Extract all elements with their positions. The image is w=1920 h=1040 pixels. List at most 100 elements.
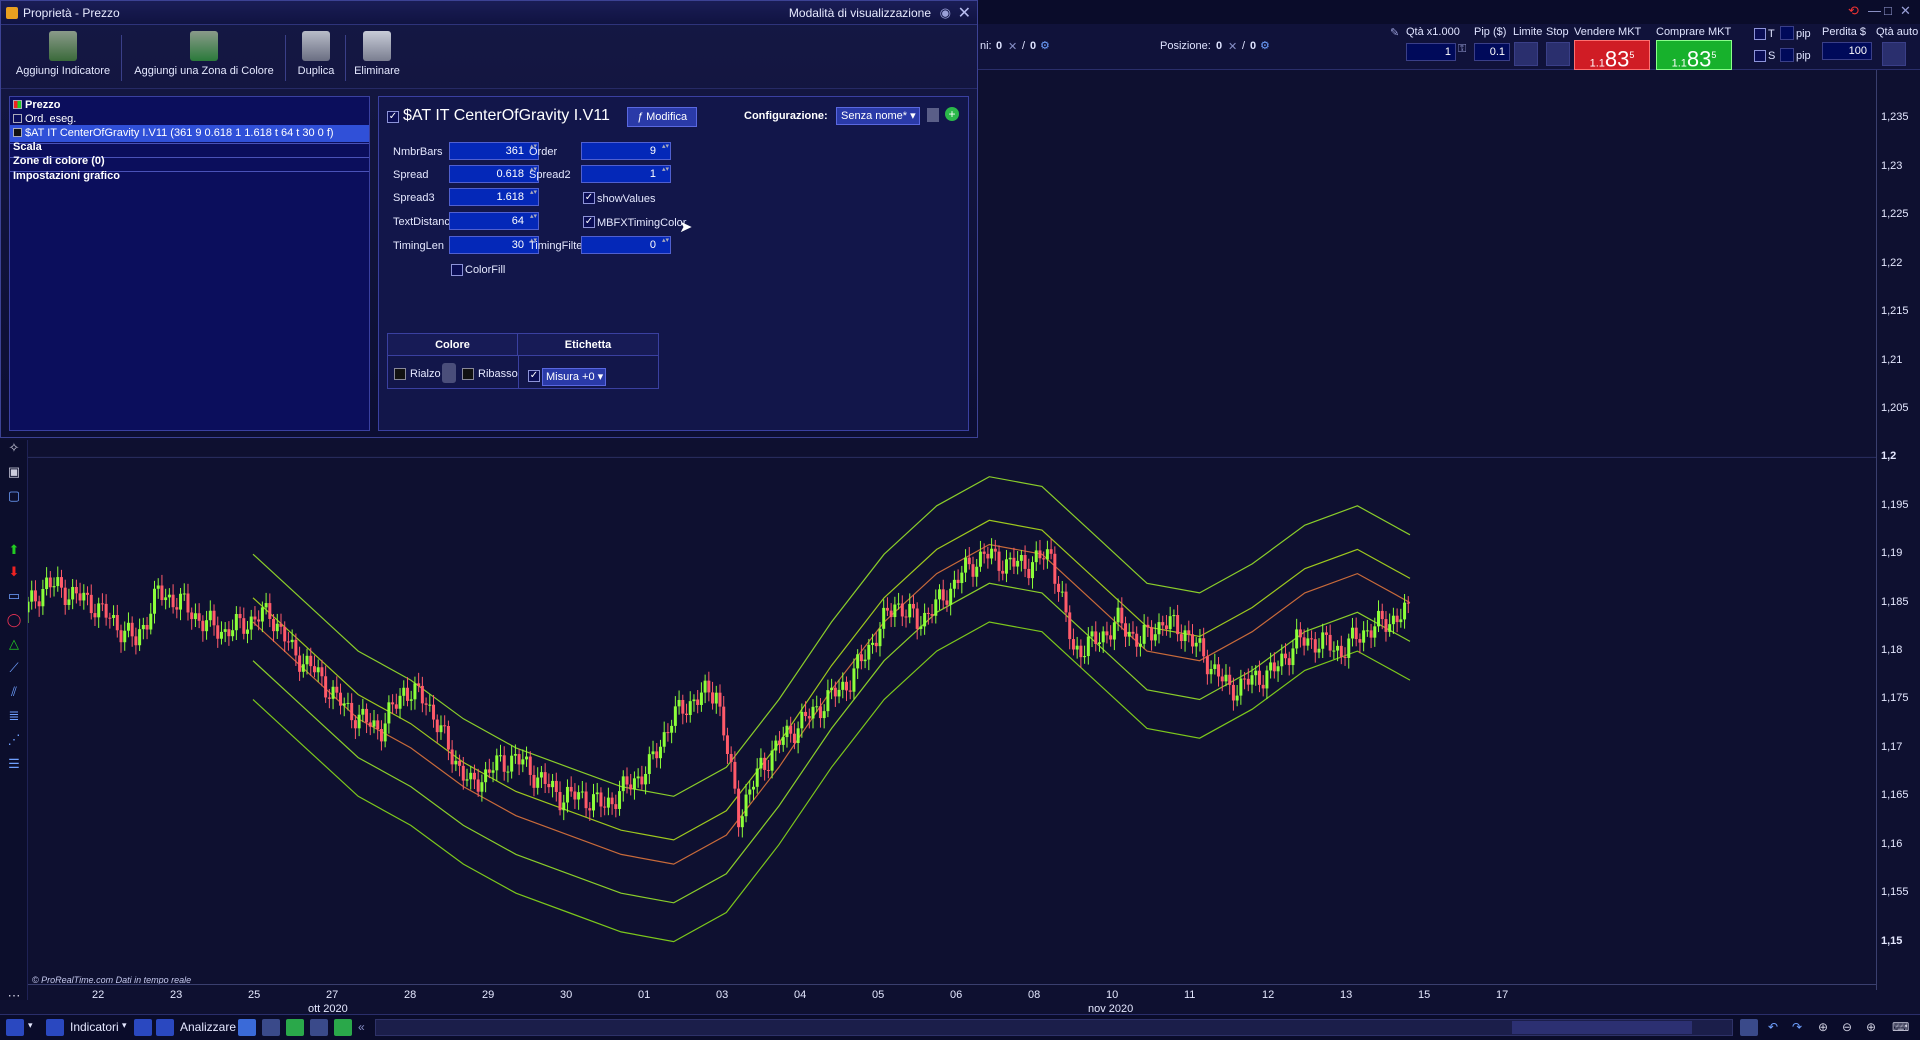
dialog-close-icon[interactable]: ✕: [958, 3, 971, 23]
save-config-icon[interactable]: [927, 108, 939, 122]
add-color-zone-button[interactable]: Aggiungi una Zona di Colore: [131, 31, 277, 77]
keyboard-icon[interactable]: ⌨: [1892, 1020, 1909, 1034]
sell-market-button[interactable]: 1.1835: [1574, 40, 1650, 71]
y-tick-label: 1,23: [1881, 159, 1903, 172]
add-indicator-button[interactable]: Aggiungi Indicatore: [13, 31, 113, 77]
candle-body: [610, 797, 614, 805]
tree-item-impostazioni[interactable]: Impostazioni grafico: [10, 168, 369, 185]
posizione-link-icon[interactable]: ⚙: [1260, 39, 1270, 52]
indicatori-dropdown-icon[interactable]: ▾: [122, 1020, 127, 1031]
colorfill-checkbox[interactable]: [451, 264, 463, 276]
undo-icon[interactable]: ↶: [1768, 1020, 1778, 1034]
tools-icon[interactable]: ✧: [6, 440, 22, 456]
window-icon[interactable]: [310, 1019, 328, 1036]
arrow-down-icon[interactable]: ⬇: [6, 564, 22, 580]
share-icon[interactable]: [134, 1019, 152, 1036]
indicatori-button[interactable]: Indicatori: [70, 1020, 119, 1034]
candle-body: [885, 607, 889, 611]
pip-input[interactable]: 0.1: [1474, 43, 1510, 61]
arrow-up-icon[interactable]: ⬆: [6, 542, 22, 558]
horizontal-scrollbar[interactable]: [375, 1019, 1733, 1036]
timinglen-input[interactable]: 30: [449, 236, 539, 254]
limit-order-icon[interactable]: [1514, 42, 1538, 66]
config-select[interactable]: Senza nome* ▾: [836, 107, 920, 125]
candle-body: [521, 759, 525, 765]
candle-body: [242, 618, 246, 634]
delete-button[interactable]: Eliminare: [351, 31, 403, 77]
link-colors-icon[interactable]: [442, 363, 456, 383]
duplicate-button[interactable]: Duplica: [293, 31, 339, 77]
s-input[interactable]: [1780, 48, 1794, 62]
candle-body: [365, 708, 369, 723]
fibonacci-icon[interactable]: ≣: [6, 708, 22, 724]
timingfilter-input[interactable]: 0: [581, 236, 671, 254]
indicators-icon[interactable]: [46, 1019, 64, 1036]
candle-body: [164, 597, 168, 601]
maximize-icon[interactable]: □: [1884, 3, 1892, 18]
triangle-icon[interactable]: △: [6, 636, 22, 652]
calculator-icon[interactable]: [262, 1019, 280, 1036]
select-rect-icon[interactable]: ▢: [6, 488, 22, 504]
list-icon[interactable]: [286, 1019, 304, 1036]
buy-market-button[interactable]: 1.1835: [1656, 40, 1732, 71]
gann-icon[interactable]: ☰: [6, 756, 22, 772]
modify-button[interactable]: ƒ Modifica: [627, 107, 697, 127]
trendline-icon[interactable]: ⟋: [6, 660, 22, 676]
t-checkbox[interactable]: [1754, 28, 1766, 40]
redo-icon[interactable]: ↷: [1792, 1020, 1802, 1034]
textdistance-input[interactable]: 64: [449, 212, 539, 230]
fan-icon[interactable]: ⋰: [6, 732, 22, 748]
candle-body: [249, 616, 253, 630]
mbfx-checkbox[interactable]: ✓: [583, 216, 595, 228]
candle-body: [41, 589, 45, 607]
export-icon[interactable]: [334, 1019, 352, 1036]
calendar-icon[interactable]: [1740, 1019, 1758, 1036]
mouse-cursor-icon: ➤: [679, 219, 693, 236]
wrench-icon[interactable]: ✎: [1390, 26, 1399, 39]
screener-icon[interactable]: [238, 1019, 256, 1036]
s-checkbox[interactable]: [1754, 50, 1766, 62]
spread2-input[interactable]: 1: [581, 165, 671, 183]
channel-icon[interactable]: ⫽: [6, 684, 22, 700]
spread3-input[interactable]: 1.618: [449, 188, 539, 206]
ribasso-swatch-icon[interactable]: [462, 368, 474, 380]
rectangle-icon[interactable]: ▭: [6, 588, 22, 604]
eye-icon[interactable]: ◉: [940, 5, 951, 21]
ellipse-icon[interactable]: ◯: [6, 612, 22, 628]
candle-body: [342, 703, 346, 706]
rialzo-swatch-icon[interactable]: [394, 368, 406, 380]
analyze-icon[interactable]: [156, 1019, 174, 1036]
indicator-enabled-checkbox[interactable]: ✓: [387, 111, 399, 123]
candle-body: [934, 599, 938, 616]
refresh-icon[interactable]: ⟲: [1848, 3, 1859, 19]
add-config-icon[interactable]: +: [945, 107, 959, 121]
candle-body: [774, 740, 778, 751]
showvalues-checkbox[interactable]: ✓: [583, 192, 595, 204]
link-icon[interactable]: ⚙: [1040, 39, 1050, 52]
auto-qty-icon[interactable]: [1882, 42, 1906, 66]
scroll-thumb[interactable]: [1512, 1021, 1692, 1034]
chart-type-dropdown-icon[interactable]: ▾: [28, 1020, 33, 1031]
chart-type-icon[interactable]: [6, 1019, 24, 1036]
order-input[interactable]: 9: [581, 142, 671, 160]
zoom-fit-icon[interactable]: ⊕: [1818, 1020, 1828, 1034]
stop-order-icon[interactable]: [1546, 42, 1570, 66]
analizzare-button[interactable]: Analizzare: [180, 1020, 236, 1034]
spread-input[interactable]: 0.618: [449, 165, 539, 183]
nmbrbars-input[interactable]: 361: [449, 142, 539, 160]
perdita-input[interactable]: 100: [1822, 42, 1872, 60]
close-window-icon[interactable]: ✕: [1900, 3, 1911, 19]
zoom-in-icon[interactable]: ⊕: [1866, 1020, 1876, 1034]
qta-input[interactable]: 1: [1406, 43, 1456, 61]
trash-icon[interactable]: ▣: [6, 464, 22, 480]
zoom-out-icon[interactable]: ⊖: [1842, 1020, 1852, 1034]
more-tools-icon[interactable]: ⋯: [6, 988, 22, 1004]
candle-body: [37, 601, 41, 607]
minimize-icon[interactable]: —: [1868, 3, 1881, 18]
view-mode-link[interactable]: Modalità di visualizzazione: [789, 6, 931, 20]
t-input[interactable]: [1780, 26, 1794, 40]
misura-select[interactable]: Misura +0 ▾: [542, 368, 606, 386]
lock-icon[interactable]: ⚿: [1458, 43, 1466, 56]
misura-checkbox[interactable]: ✓: [528, 370, 540, 382]
collapse-icon[interactable]: «: [358, 1020, 365, 1034]
